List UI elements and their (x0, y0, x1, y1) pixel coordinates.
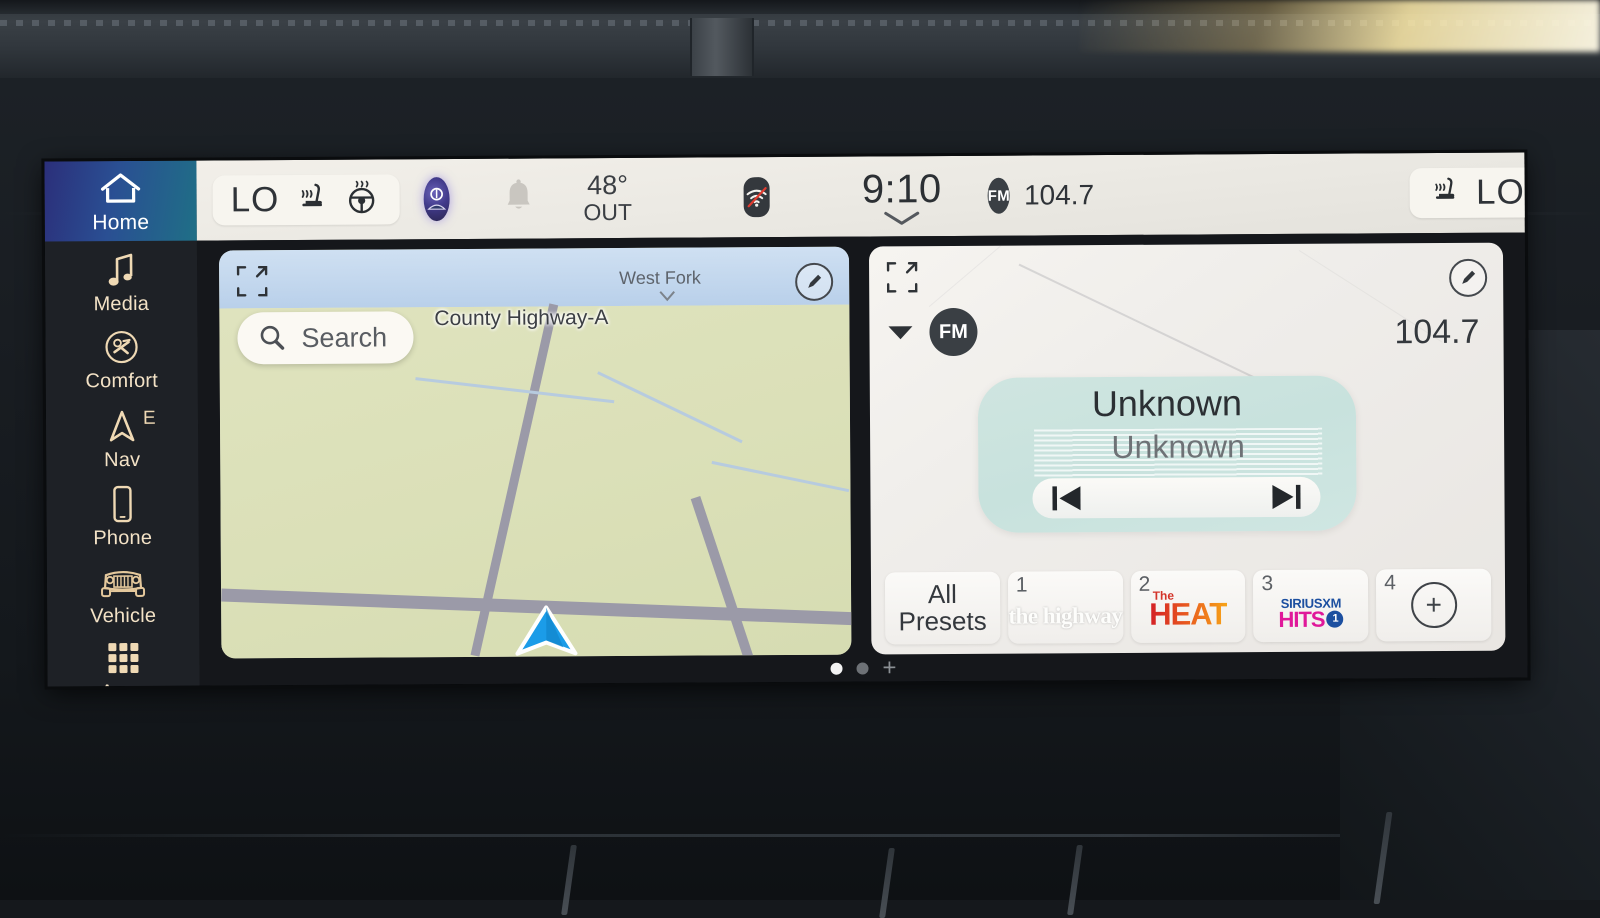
outside-temp-value: 48° (587, 172, 628, 199)
map-sky-band (219, 247, 849, 309)
sidebar-item-home[interactable]: Home (44, 161, 196, 242)
page-dot-active[interactable] (830, 663, 842, 675)
jeep-vehicle-icon (95, 562, 151, 602)
passenger-temp-value: LO (1476, 172, 1525, 212)
map-edit-button[interactable] (795, 263, 833, 301)
media-frequency: 104.7 (1394, 313, 1479, 353)
preset-station-logo: the highway (1008, 603, 1122, 630)
all-presets-line2: Presets (898, 608, 986, 636)
media-band-badge[interactable]: FM (929, 308, 977, 356)
status-band-badge[interactable]: FM (988, 178, 1010, 214)
triangle-down-icon[interactable] (885, 322, 915, 342)
search-icon (257, 323, 287, 353)
music-note-icon (104, 250, 138, 290)
passenger-climate-pill[interactable]: LO (1410, 167, 1528, 218)
map-search-button[interactable]: Search (237, 311, 413, 364)
main-sidebar[interactable]: Home Media Com (44, 161, 199, 687)
sidebar-item-phone[interactable]: Phone (46, 479, 198, 556)
preset-number: 2 (1139, 573, 1151, 597)
driver-temp-value: LO (231, 180, 280, 220)
map-place-pointer-icon (657, 290, 677, 302)
outside-temperature: 48° OUT (583, 172, 632, 224)
edit-pencil-icon (1458, 268, 1478, 288)
clock-value: 9:10 (862, 167, 942, 212)
phone-icon (109, 484, 135, 524)
notifications-button[interactable] (501, 177, 535, 220)
edit-pencil-icon (804, 272, 824, 292)
home-icon (98, 167, 142, 207)
plus-circle-icon[interactable]: + (1411, 582, 1457, 628)
sidebar-item-vehicle[interactable]: Vehicle (47, 557, 199, 634)
transport-controls (1032, 477, 1320, 519)
dash-center-trim-piece (690, 18, 754, 76)
page-dot[interactable] (856, 663, 868, 675)
preset-station-logo-sub: The (1153, 589, 1174, 603)
map-widget[interactable]: West Fork County Highway-A (219, 247, 851, 659)
driver-profile-button[interactable] (423, 177, 449, 221)
home-widget-area: West Fork County Highway-A (197, 232, 1528, 685)
sidebar-item-label: Home (92, 210, 149, 234)
all-presets-button[interactable]: All Presets (885, 572, 1000, 645)
heated-steering-wheel-icon[interactable] (343, 179, 381, 220)
current-location-arrow (511, 603, 581, 658)
media-source-selector[interactable]: FM (885, 308, 977, 357)
radio-presets-row: All Presets 1 the highway 2 The HEAT 3 (885, 569, 1491, 645)
sidebar-item-comfort[interactable]: Comfort (45, 324, 197, 397)
map-road-label: County Highway-A (434, 306, 608, 331)
track-artist-panel: Unknown (1034, 428, 1322, 478)
heated-seat-icon[interactable] (293, 180, 329, 219)
expand-icon (235, 264, 269, 298)
preset-number: 1 (1016, 574, 1028, 598)
media-edit-button[interactable] (1449, 259, 1487, 297)
status-frequency[interactable]: 104.7 (1024, 179, 1094, 211)
sidebar-item-nav[interactable]: E Nav (46, 401, 198, 478)
preset-station-logo: HITS (1278, 610, 1324, 630)
bell-icon (501, 177, 535, 215)
sidebar-item-label: Media (93, 293, 149, 316)
windshield-sunlight (1080, 0, 1600, 52)
outside-temp-label: OUT (583, 201, 632, 224)
sidebar-item-label: Phone (93, 527, 152, 550)
now-playing-card[interactable]: Unknown Unknown (978, 376, 1357, 533)
sidebar-item-label: Apps (100, 681, 147, 687)
preset-number: 4 (1384, 571, 1396, 595)
media-widget[interactable]: FM 104.7 Unknown Unknown (869, 243, 1505, 655)
status-bar: LO (196, 152, 1524, 240)
skip-previous-icon[interactable] (1048, 484, 1084, 512)
wifi-off-icon (744, 185, 770, 209)
wifi-off-button[interactable] (744, 177, 770, 217)
expand-icon (885, 260, 919, 294)
map-expand-button[interactable] (235, 264, 269, 298)
preset-button-1[interactable]: 1 the highway (1008, 571, 1123, 644)
grid-apps-icon (103, 638, 143, 678)
driver-profile-icon (423, 186, 449, 212)
chevron-down-icon[interactable] (880, 210, 924, 226)
sidebar-item-label: Vehicle (90, 605, 156, 628)
marble-texture (929, 243, 1021, 308)
navigation-arrow-icon: E (109, 406, 135, 446)
map-search-label: Search (301, 322, 387, 354)
skip-next-icon[interactable] (1268, 483, 1304, 511)
track-artist: Unknown (1034, 428, 1322, 467)
preset-button-2[interactable]: 2 The HEAT (1131, 570, 1246, 643)
all-presets-line1: All (898, 580, 986, 608)
driver-climate-pill[interactable]: LO (212, 174, 399, 225)
infotainment-screen[interactable]: Home Media Com (44, 152, 1527, 686)
heated-seat-icon[interactable] (1428, 174, 1462, 211)
comfort-seat-icon (101, 327, 141, 367)
media-expand-button[interactable] (885, 260, 919, 294)
preset-button-3[interactable]: 3 SIRIUSXM HITS 1 (1253, 569, 1368, 642)
preset-station-badge: 1 (1327, 611, 1344, 628)
preset-number: 3 (1261, 572, 1273, 596)
nav-heading-label: E (143, 408, 156, 430)
preset-button-4[interactable]: 4 + (1376, 569, 1491, 642)
clock-widget[interactable]: 9:10 (862, 167, 942, 226)
sidebar-item-label: Nav (104, 449, 140, 472)
map-sky-place-label: West Fork (619, 268, 701, 289)
sidebar-item-media[interactable]: Media (45, 247, 197, 320)
sidebar-item-label: Comfort (85, 370, 158, 393)
sidebar-item-apps[interactable]: Apps (47, 633, 199, 687)
track-title: Unknown (978, 382, 1356, 426)
